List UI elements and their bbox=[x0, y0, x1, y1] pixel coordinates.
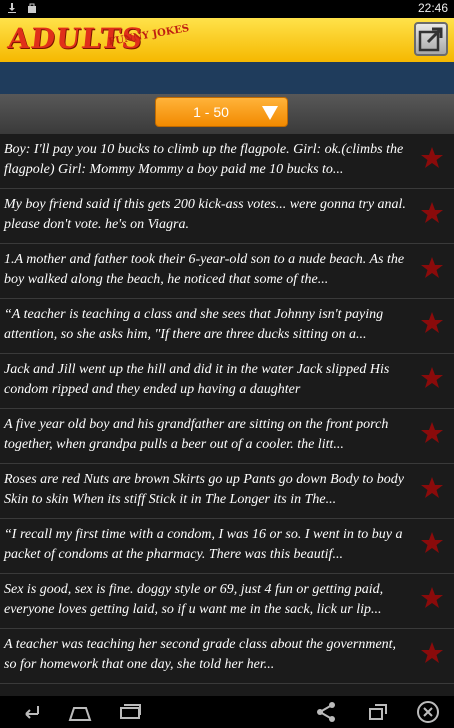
list-item[interactable]: Boy: I'll pay you 10 bucks to climb up t… bbox=[0, 134, 454, 189]
joke-text: Jack and Jill went up the hill and did i… bbox=[4, 362, 390, 397]
ad-banner bbox=[0, 62, 454, 94]
joke-text: “I recall my first time with a condom, I… bbox=[4, 527, 403, 562]
list-item[interactable]: Jack and Jill went up the hill and did i… bbox=[0, 354, 454, 409]
share-icon bbox=[418, 27, 443, 52]
joke-text: 1.A mother and father took their 6-year-… bbox=[4, 252, 405, 287]
joke-text: My boy friend said if this gets 200 kick… bbox=[4, 197, 406, 232]
chevron-down-icon bbox=[262, 106, 278, 120]
list-item[interactable]: Roses are red Nuts are brown Skirts go u… bbox=[0, 464, 454, 519]
screen-icon[interactable] bbox=[366, 700, 390, 724]
star-icon[interactable] bbox=[420, 146, 444, 170]
star-icon[interactable] bbox=[420, 421, 444, 445]
joke-text: Sex is good, sex is fine. doggy style or… bbox=[4, 582, 384, 617]
joke-text: Roses are red Nuts are brown Skirts go u… bbox=[4, 472, 405, 507]
app-header: ADULTS FUNNY JOKES bbox=[0, 18, 454, 64]
star-icon[interactable] bbox=[420, 531, 444, 555]
star-icon[interactable] bbox=[420, 586, 444, 610]
recent-apps-icon[interactable] bbox=[118, 700, 142, 724]
list-item[interactable]: “A teacher is teaching a class and she s… bbox=[0, 299, 454, 354]
download-icon bbox=[8, 3, 16, 13]
joke-text: Boy: I'll pay you 10 bucks to climb up t… bbox=[4, 142, 404, 177]
share-button[interactable] bbox=[414, 22, 448, 56]
joke-list: Boy: I'll pay you 10 bucks to climb up t… bbox=[0, 134, 454, 696]
list-item[interactable]: A teacher was teaching her second grade … bbox=[0, 629, 454, 684]
status-bar: 22:46 bbox=[0, 0, 454, 18]
range-bar: 1 - 50 bbox=[0, 94, 454, 134]
range-label: 1 - 50 bbox=[193, 104, 229, 120]
back-icon[interactable] bbox=[18, 700, 42, 724]
joke-text: A teacher was teaching her second grade … bbox=[4, 637, 397, 672]
range-dropdown[interactable]: 1 - 50 bbox=[155, 97, 288, 127]
bag-icon bbox=[28, 3, 36, 13]
list-item[interactable]: “I recall my first time with a condom, I… bbox=[0, 519, 454, 574]
joke-text: “A teacher is teaching a class and she s… bbox=[4, 307, 384, 342]
list-item[interactable]: Sex is good, sex is fine. doggy style or… bbox=[0, 574, 454, 629]
system-nav-bar bbox=[0, 696, 454, 728]
app-logo: ADULTS FUNNY JOKES bbox=[6, 22, 190, 58]
list-item[interactable]: 1.A mother and father took their 6-year-… bbox=[0, 244, 454, 299]
star-icon[interactable] bbox=[420, 201, 444, 225]
star-icon[interactable] bbox=[420, 641, 444, 665]
star-icon[interactable] bbox=[420, 256, 444, 280]
close-icon[interactable] bbox=[416, 700, 440, 724]
status-time: 22:46 bbox=[417, 1, 448, 15]
home-icon[interactable] bbox=[68, 700, 92, 724]
star-icon[interactable] bbox=[420, 366, 444, 390]
share-icon[interactable] bbox=[314, 700, 338, 724]
list-item[interactable]: My boy friend said if this gets 200 kick… bbox=[0, 189, 454, 244]
list-item[interactable]: A five year old boy and his grandfather … bbox=[0, 409, 454, 464]
joke-text: A five year old boy and his grandfather … bbox=[4, 417, 389, 452]
star-icon[interactable] bbox=[420, 311, 444, 335]
star-icon[interactable] bbox=[420, 476, 444, 500]
